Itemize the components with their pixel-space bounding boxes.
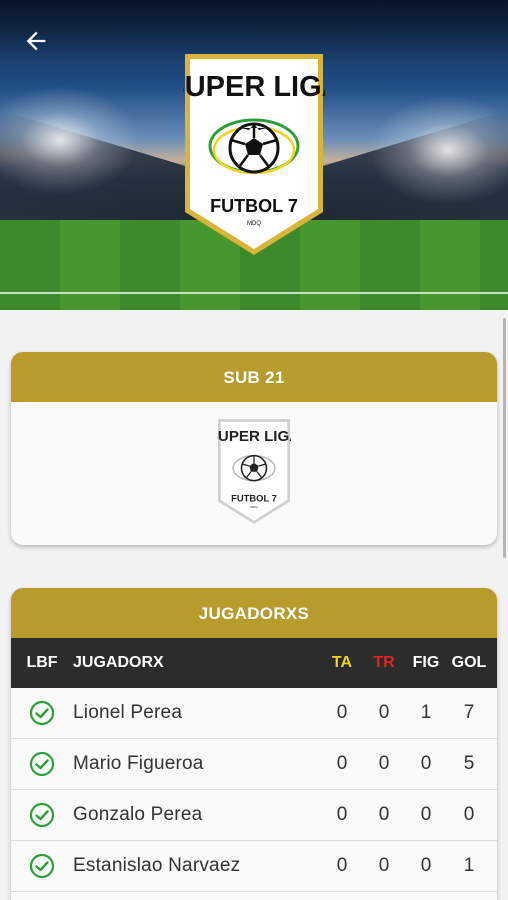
player-name: Mario Figueroa bbox=[73, 753, 204, 774]
column-player: JUGADORX bbox=[73, 654, 164, 671]
scrollbar[interactable] bbox=[503, 318, 506, 558]
column-lbf: LBF bbox=[26, 654, 58, 671]
player-ta: 0 bbox=[336, 702, 348, 723]
top-shade bbox=[0, 0, 508, 60]
arrow-left-icon bbox=[26, 31, 46, 51]
player-tr: 0 bbox=[378, 804, 390, 825]
check-circle-icon bbox=[29, 802, 55, 828]
check-circle-icon bbox=[29, 751, 55, 777]
back-button[interactable] bbox=[18, 24, 54, 58]
player-tr: 0 bbox=[378, 855, 390, 876]
player-name: Estanislao Narvaez bbox=[73, 855, 241, 876]
pitch-line bbox=[0, 292, 508, 294]
column-fig: FIG bbox=[412, 654, 440, 671]
team-logo: SUPER LIGA FUTBOL 7 MDQ bbox=[217, 419, 291, 524]
team-logo-line1: SUPER LIGA bbox=[217, 428, 291, 445]
player-fig: 0 bbox=[420, 804, 432, 825]
team-card-title: SUB 21 bbox=[11, 352, 497, 402]
player-name: Lionel Perea bbox=[73, 702, 183, 723]
lbf-status bbox=[11, 853, 69, 879]
player-row[interactable]: Estanislao Narvaez 0 0 0 1 bbox=[11, 841, 497, 892]
check-circle-icon bbox=[29, 700, 55, 726]
crest-line1: SUPER LIGA bbox=[183, 71, 325, 103]
floodlight-left bbox=[0, 85, 140, 195]
player-gol: 7 bbox=[463, 702, 475, 723]
players-card: JUGADORXS LBF JUGADORX TA TR FIG GOL Lio… bbox=[11, 588, 497, 900]
league-logo: SUPER LIGA FUTBOL 7 MDQ bbox=[165, 54, 343, 255]
crest-line3: MDQ bbox=[247, 221, 261, 227]
floodlight-right bbox=[368, 95, 508, 205]
player-tr: 0 bbox=[378, 702, 390, 723]
player-gol: 1 bbox=[463, 855, 475, 876]
player-fig: 1 bbox=[420, 702, 432, 723]
player-row[interactable]: Gonzalo Perea 0 0 0 0 bbox=[11, 790, 497, 841]
player-name: Gonzalo Perea bbox=[73, 804, 203, 825]
player-row[interactable]: Mario Figueroa 0 0 0 5 bbox=[11, 739, 497, 790]
player-ta: 0 bbox=[336, 804, 348, 825]
player-gol: 5 bbox=[463, 753, 475, 774]
team-logo-line3: MDQ bbox=[250, 505, 258, 509]
lbf-status bbox=[11, 802, 69, 828]
team-logo-wrap: SUPER LIGA FUTBOL 7 MDQ bbox=[11, 402, 497, 525]
player-ta: 0 bbox=[336, 855, 348, 876]
lbf-status bbox=[11, 700, 69, 726]
player-ta: 0 bbox=[336, 753, 348, 774]
column-ta: TA bbox=[331, 654, 353, 671]
player-gol: 0 bbox=[463, 804, 475, 825]
player-row[interactable]: Lionel Perea 0 0 1 7 bbox=[11, 688, 497, 739]
check-circle-icon bbox=[29, 853, 55, 879]
league-crest: SUPER LIGA FUTBOL 7 MDQ bbox=[165, 52, 343, 257]
team-logo-line2: FUTBOL 7 bbox=[231, 493, 277, 503]
crest-line2: FUTBOL 7 bbox=[210, 196, 298, 216]
players-card-title: JUGADORXS bbox=[11, 588, 497, 638]
team-card: SUB 21 SUPER LIGA FUTBOL 7 MDQ bbox=[11, 352, 497, 545]
player-fig: 0 bbox=[420, 753, 432, 774]
player-tr: 0 bbox=[378, 753, 390, 774]
column-gol: GOL bbox=[451, 654, 487, 671]
player-fig: 0 bbox=[420, 855, 432, 876]
lbf-status bbox=[11, 751, 69, 777]
players-table-header: LBF JUGADORX TA TR FIG GOL bbox=[11, 638, 497, 688]
column-tr: TR bbox=[373, 654, 395, 671]
